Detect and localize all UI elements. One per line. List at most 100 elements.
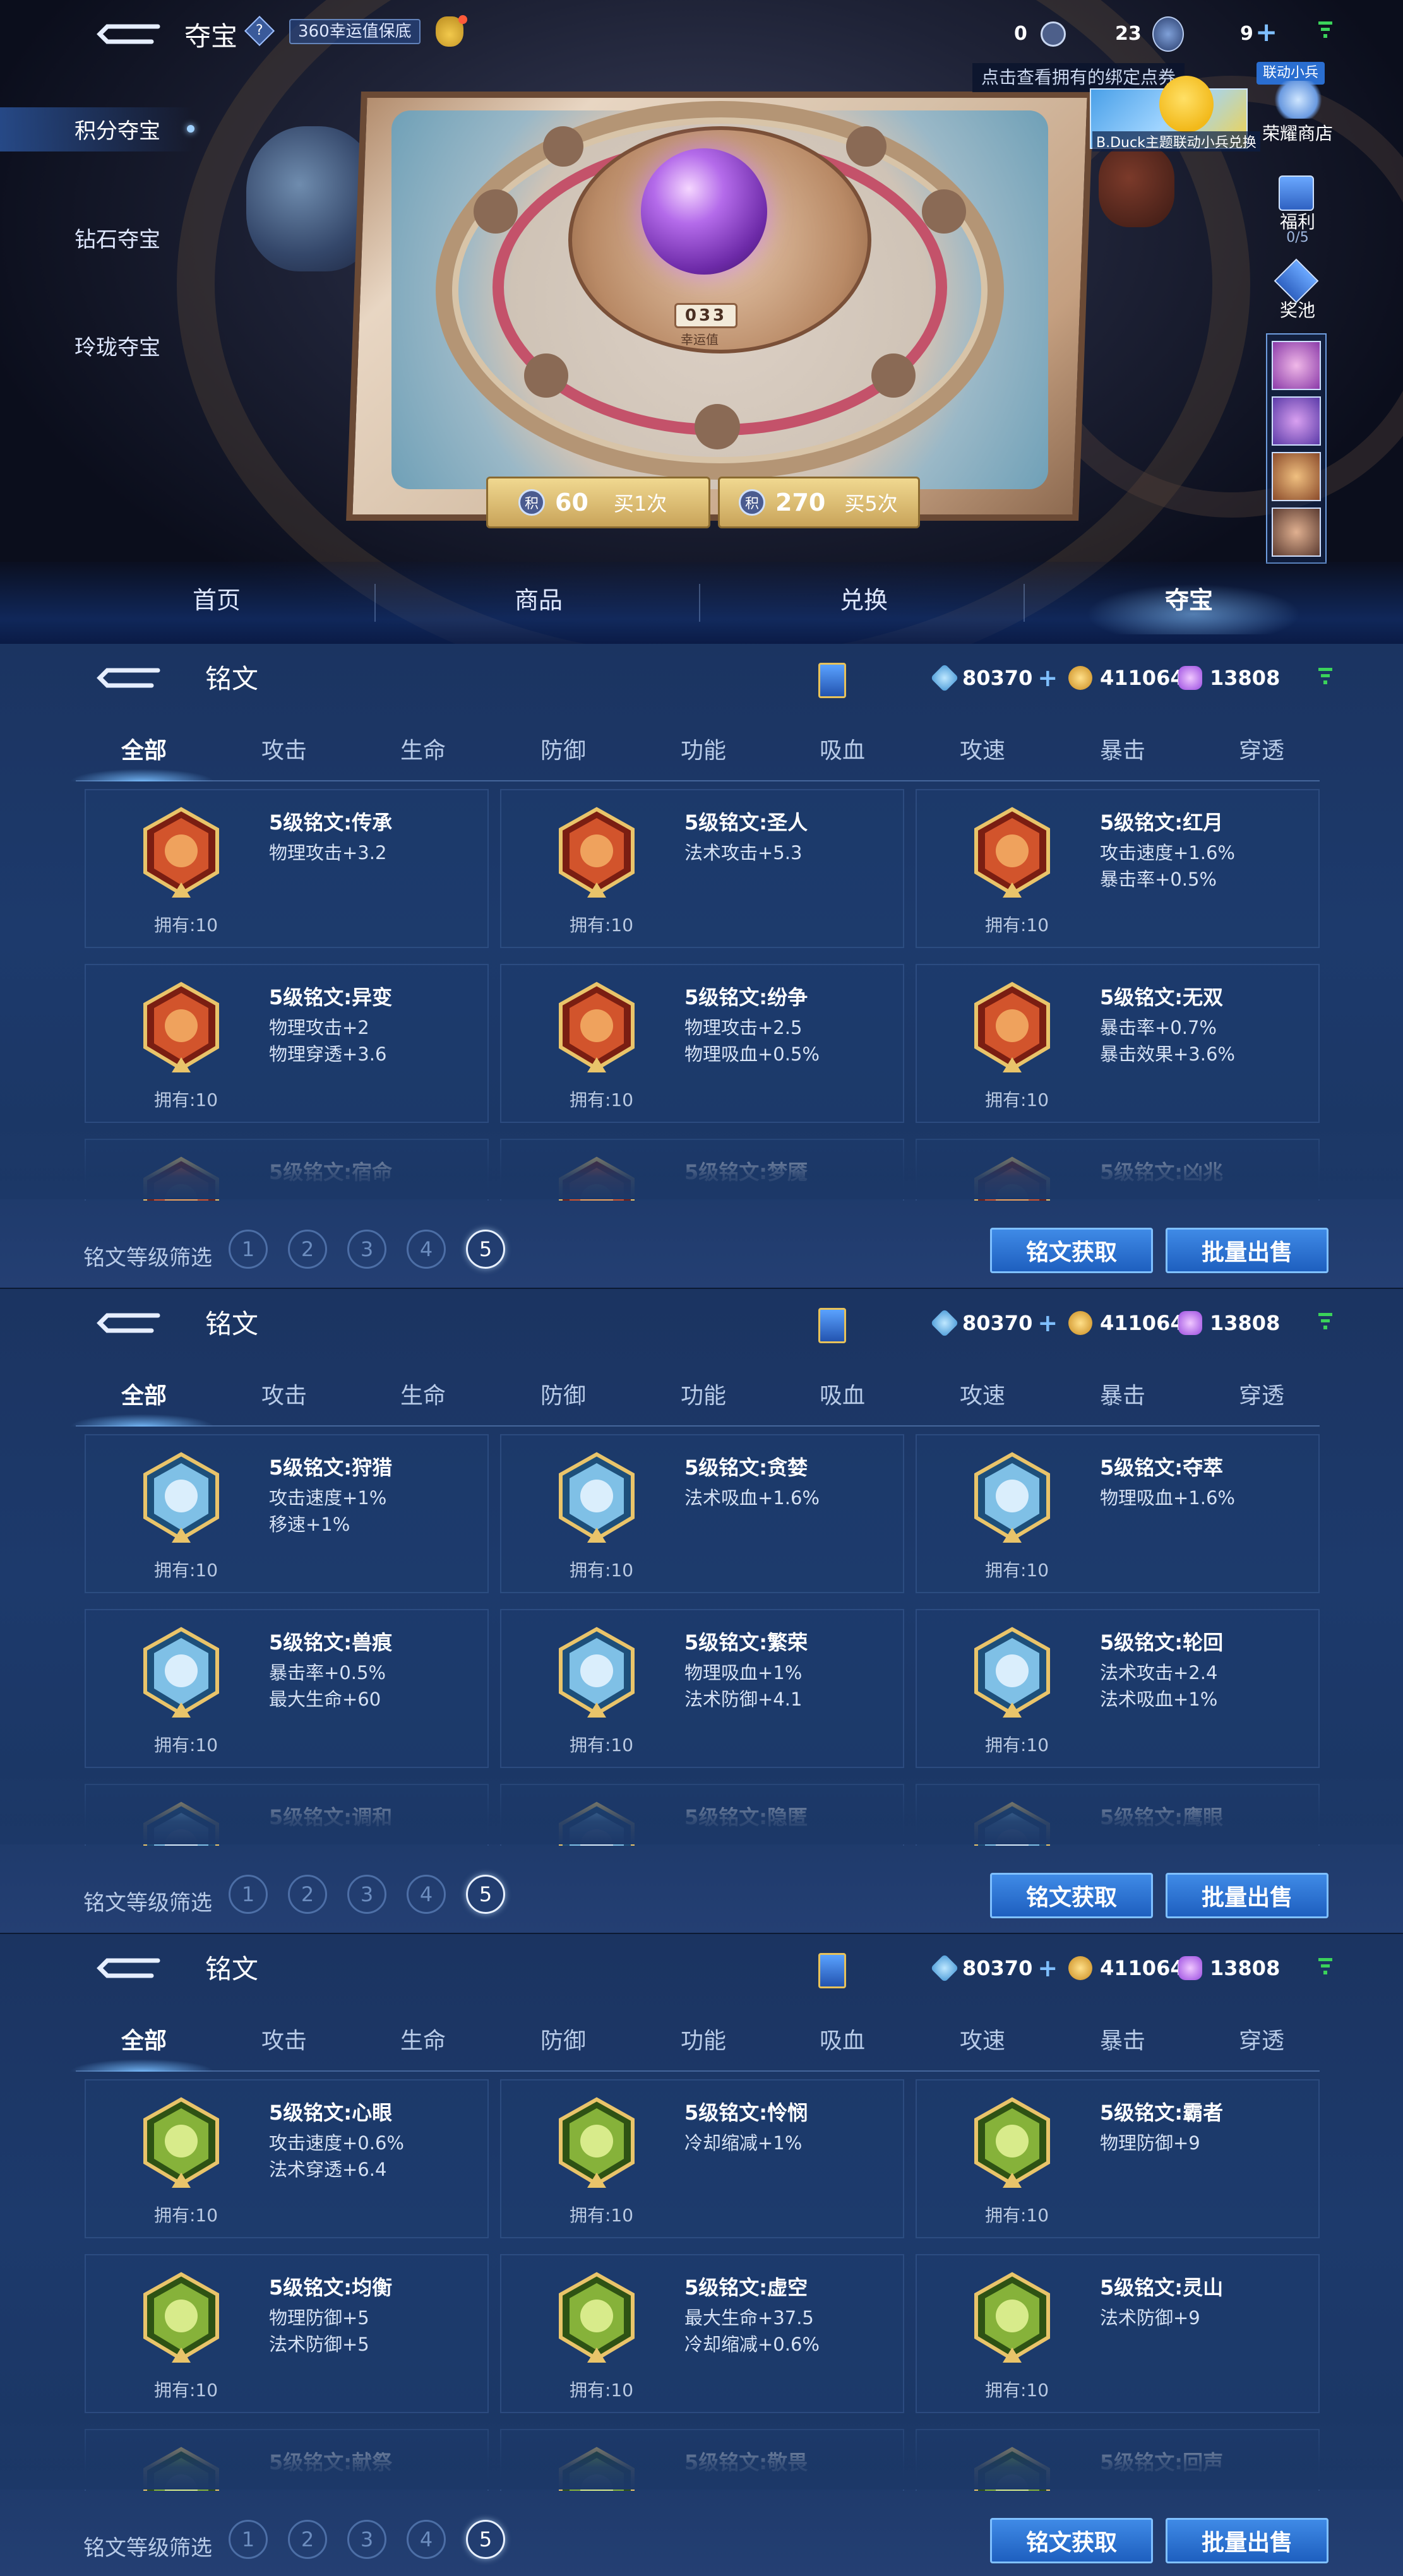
- inscription-card[interactable]: 5级铭文:均衡 物理防御+5 法术防御+5 拥有:10: [85, 2254, 489, 2413]
- inscription-book-icon[interactable]: [818, 1953, 846, 1988]
- get-inscription-button[interactable]: 铭文获取: [990, 1873, 1153, 1918]
- tab-1[interactable]: 攻击: [261, 732, 307, 765]
- bulk-sell-button[interactable]: 批量出售: [1166, 1228, 1328, 1273]
- tab-3[interactable]: 防御: [540, 732, 586, 765]
- tab-2[interactable]: 生命: [400, 2022, 446, 2055]
- inscription-card[interactable]: 5级铭文:贪婪 法术吸血+1.6% 拥有:10: [500, 1434, 904, 1593]
- list-fade-overlay: [0, 2414, 1403, 2490]
- tab-2[interactable]: 生命: [400, 732, 446, 765]
- back-icon[interactable]: [88, 1304, 164, 1342]
- side-tab-linglong-treasure[interactable]: 玲珑夺宝: [75, 330, 160, 361]
- tab-7[interactable]: 暴击: [1100, 2022, 1145, 2055]
- honor-shop-icon[interactable]: [1273, 81, 1323, 119]
- tab-7[interactable]: 暴击: [1100, 1377, 1145, 1410]
- tab-0[interactable]: 全部: [121, 1377, 167, 1410]
- level-filter-5[interactable]: 5: [466, 1230, 505, 1269]
- prize-pool-label[interactable]: 奖池: [1266, 297, 1329, 322]
- inscription-card[interactable]: 5级铭文:异变 物理攻击+2 物理穿透+3.6 拥有:10: [85, 964, 489, 1123]
- level-filter-4[interactable]: 4: [407, 2520, 446, 2559]
- coupon-icon[interactable]: [1152, 16, 1184, 52]
- hero-avatar[interactable]: [1272, 341, 1321, 390]
- hero-avatar[interactable]: [1272, 452, 1321, 501]
- gift-icon[interactable]: [1279, 175, 1314, 211]
- tab-3[interactable]: 防御: [540, 1377, 586, 1410]
- back-icon[interactable]: [88, 659, 164, 697]
- add-icon[interactable]: +: [1037, 664, 1058, 692]
- buy-once-button[interactable]: 积 60 买1次: [486, 477, 710, 528]
- inscription-card[interactable]: 5级铭文:轮回 法术攻击+2.4 法术吸血+1% 拥有:10: [916, 1609, 1320, 1768]
- honor-shop-label[interactable]: 荣耀商店: [1253, 120, 1342, 145]
- level-filter-2[interactable]: 2: [288, 2520, 327, 2559]
- add-icon[interactable]: +: [1037, 1309, 1058, 1337]
- tab-3[interactable]: 防御: [540, 2022, 586, 2055]
- tab-6[interactable]: 攻速: [960, 732, 1005, 765]
- hero-avatar[interactable]: [1272, 396, 1321, 446]
- tab-5[interactable]: 吸血: [820, 732, 865, 765]
- get-inscription-button[interactable]: 铭文获取: [990, 2518, 1153, 2563]
- tab-1[interactable]: 攻击: [261, 2022, 307, 2055]
- level-filter-5[interactable]: 5: [466, 2520, 505, 2559]
- inscription-card[interactable]: 5级铭文:兽痕 暴击率+0.5% 最大生命+60 拥有:10: [85, 1609, 489, 1768]
- level-filter-5[interactable]: 5: [466, 1875, 505, 1914]
- inscription-card[interactable]: 5级铭文:狩猎 攻击速度+1% 移速+1% 拥有:10: [85, 1434, 489, 1593]
- side-tab-points-treasure[interactable]: 积分夺宝: [75, 114, 160, 145]
- tab-2[interactable]: 生命: [400, 1377, 446, 1410]
- help-icon[interactable]: ?: [244, 15, 275, 47]
- tab-8[interactable]: 穿透: [1239, 2022, 1284, 2055]
- inscription-card[interactable]: 5级铭文:繁荣 物理吸血+1% 法术防御+4.1 拥有:10: [500, 1609, 904, 1768]
- nav-goods[interactable]: 商品: [515, 581, 563, 615]
- purple-orb[interactable]: [641, 148, 767, 275]
- tab-8[interactable]: 穿透: [1239, 1377, 1284, 1410]
- side-tab-diamond-treasure[interactable]: 钻石夺宝: [75, 222, 160, 253]
- level-filter-3[interactable]: 3: [347, 1230, 386, 1269]
- level-filter-2[interactable]: 2: [288, 1230, 327, 1269]
- inscription-card[interactable]: 5级铭文:灵山 法术防御+9 拥有:10: [916, 2254, 1320, 2413]
- active-tab-glow: [69, 2059, 215, 2072]
- inscription-book-icon[interactable]: [818, 663, 846, 698]
- nav-exchange[interactable]: 兑换: [840, 581, 888, 615]
- tab-0[interactable]: 全部: [121, 732, 167, 765]
- tab-1[interactable]: 攻击: [261, 1377, 307, 1410]
- add-icon[interactable]: +: [1037, 1954, 1058, 1982]
- inscription-card[interactable]: 5级铭文:无双 暴击率+0.7% 暴击效果+3.6% 拥有:10: [916, 964, 1320, 1123]
- level-filter-4[interactable]: 4: [407, 1230, 446, 1269]
- tab-4[interactable]: 功能: [681, 2022, 726, 2055]
- inscription-card[interactable]: 5级铭文:传承 物理攻击+3.2 拥有:10: [85, 789, 489, 948]
- get-inscription-button[interactable]: 铭文获取: [990, 1228, 1153, 1273]
- add-icon[interactable]: +: [1255, 16, 1277, 47]
- nav-treasure[interactable]: 夺宝: [1165, 581, 1213, 615]
- tab-8[interactable]: 穿透: [1239, 732, 1284, 765]
- level-filter-1[interactable]: 1: [229, 2520, 268, 2559]
- inscription-card[interactable]: 5级铭文:虚空 最大生命+37.5 冷却缩减+0.6% 拥有:10: [500, 2254, 904, 2413]
- inscription-card[interactable]: 5级铭文:怜悯 冷却缩减+1% 拥有:10: [500, 2079, 904, 2238]
- level-filter-1[interactable]: 1: [229, 1230, 268, 1269]
- inscription-card[interactable]: 5级铭文:纷争 物理攻击+2.5 物理吸血+0.5% 拥有:10: [500, 964, 904, 1123]
- level-filter-1[interactable]: 1: [229, 1875, 268, 1914]
- level-filter-2[interactable]: 2: [288, 1875, 327, 1914]
- inscription-book-icon[interactable]: [818, 1308, 846, 1343]
- inscription-card[interactable]: 5级铭文:圣人 法术攻击+5.3 拥有:10: [500, 789, 904, 948]
- tab-5[interactable]: 吸血: [820, 2022, 865, 2055]
- level-filter-3[interactable]: 3: [347, 1875, 386, 1914]
- inscription-card[interactable]: 5级铭文:夺萃 物理吸血+1.6% 拥有:10: [916, 1434, 1320, 1593]
- tab-6[interactable]: 攻速: [960, 2022, 1005, 2055]
- inscription-card[interactable]: 5级铭文:心眼 攻击速度+0.6% 法术穿透+6.4 拥有:10: [85, 2079, 489, 2238]
- tab-4[interactable]: 功能: [681, 1377, 726, 1410]
- bulk-sell-button[interactable]: 批量出售: [1166, 1873, 1328, 1918]
- tab-4[interactable]: 功能: [681, 732, 726, 765]
- tab-6[interactable]: 攻速: [960, 1377, 1005, 1410]
- owned-count: 拥有:10: [985, 1735, 1049, 1755]
- hero-avatar[interactable]: [1272, 507, 1321, 557]
- tab-7[interactable]: 暴击: [1100, 732, 1145, 765]
- nav-home[interactable]: 首页: [193, 581, 241, 615]
- buy-five-button[interactable]: 积 270 买5次: [718, 477, 920, 528]
- inscription-card[interactable]: 5级铭文:霸者 物理防御+9 拥有:10: [916, 2079, 1320, 2238]
- inscription-card[interactable]: 5级铭文:红月 攻击速度+1.6% 暴击率+0.5% 拥有:10: [916, 789, 1320, 948]
- back-icon[interactable]: [88, 1949, 164, 1987]
- back-icon[interactable]: [88, 15, 164, 53]
- tab-5[interactable]: 吸血: [820, 1377, 865, 1410]
- level-filter-4[interactable]: 4: [407, 1875, 446, 1914]
- tab-0[interactable]: 全部: [121, 2022, 167, 2055]
- bulk-sell-button[interactable]: 批量出售: [1166, 2518, 1328, 2563]
- level-filter-3[interactable]: 3: [347, 2520, 386, 2559]
